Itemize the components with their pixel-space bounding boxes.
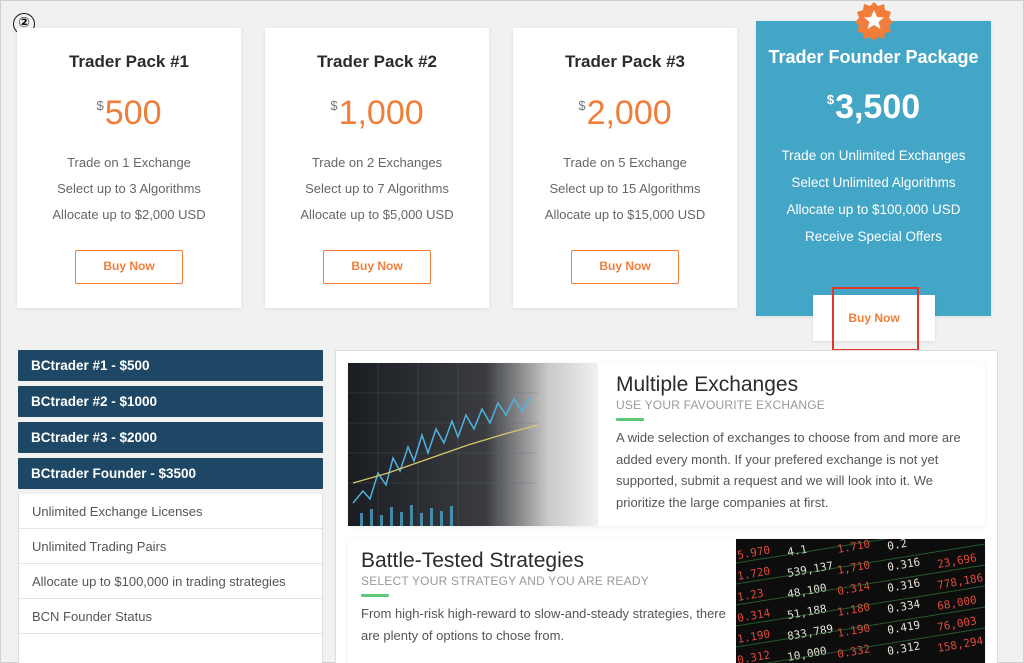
- ticker-value: 0.2: [886, 539, 908, 553]
- ticker-value: 1.710: [836, 539, 871, 556]
- ticker-value: 68,000: [936, 593, 977, 613]
- card-title: Trader Pack #2: [316, 52, 438, 71]
- ticker-value: 0.419: [886, 618, 921, 637]
- ticker-value: 10,000: [786, 644, 827, 663]
- ticker-board-image: 5.970 4.1 1.710 0.2 1.720 539,137 1,710 0.316 23…: [736, 539, 985, 663]
- card-feature: Allocate up to $2,000 USD: [52, 207, 206, 222]
- card-feature: Allocate up to $15,000 USD: [544, 207, 706, 222]
- card-feature: Select up to 7 Algorithms: [305, 181, 449, 196]
- ticker-value: 778,186: [936, 571, 984, 592]
- feature-title: Multiple Exchanges: [616, 373, 799, 396]
- ticker-value: 0.312: [886, 639, 921, 658]
- price-value: 1,000: [338, 94, 424, 132]
- list-item: BCN Founder Status: [19, 599, 322, 634]
- ticker-value: 0.314: [736, 606, 771, 625]
- card-feature: Select Unlimited Algorithms: [791, 175, 956, 190]
- buy-now-button-3[interactable]: Buy Now: [571, 250, 679, 284]
- card-feature: Trade on 1 Exchange: [67, 155, 191, 170]
- buy-now-button-1[interactable]: Buy Now: [75, 250, 183, 284]
- ticker-value: 5.970: [736, 543, 771, 562]
- card-price: $500: [17, 94, 241, 136]
- sidebar-package-founder[interactable]: BCtrader Founder - $3500: [18, 458, 323, 489]
- ticker-value: 0.334: [886, 597, 921, 616]
- founder-benefits-list: Unlimited Exchange Licenses Unlimited Tr…: [18, 494, 323, 663]
- feature-description: A wide selection of exchanges to choose …: [616, 430, 961, 510]
- sidebar-package-2[interactable]: BCtrader #2 - $1000: [18, 386, 323, 417]
- package-sidebar: BCtrader #1 - $500 BCtrader #2 - $1000 B…: [18, 350, 323, 663]
- ticker-value: 0.312: [736, 648, 771, 663]
- currency-symbol: $: [578, 98, 586, 113]
- feature-battle-tested: Battle-Tested Strategies SELECT YOUR STR…: [348, 539, 985, 663]
- card-price: $3,500: [756, 88, 991, 130]
- card-feature: Select up to 15 Algorithms: [549, 181, 701, 196]
- pricing-card-featured: Trader Founder Package $3,500 Trade on U…: [756, 21, 991, 316]
- currency-symbol: $: [96, 98, 104, 113]
- ticker-value: 0.316: [886, 576, 921, 595]
- pricing-card-3: Trader Pack #3 $2,000 Trade on 5 Exchang…: [513, 28, 737, 308]
- list-item: Allocate up to $100,000 in trading strat…: [19, 564, 322, 599]
- sidebar-package-1[interactable]: BCtrader #1 - $500: [18, 350, 323, 381]
- feature-subtitle: USE YOUR FAVOURITE EXCHANGE: [616, 398, 825, 412]
- ticker-value: 158,294: [936, 634, 984, 655]
- stock-chart-image: [348, 363, 598, 526]
- ticker-value: 1.720: [736, 564, 771, 583]
- currency-symbol: $: [330, 98, 338, 113]
- card-title: Trader Pack #3: [564, 52, 686, 71]
- ticker-value: 76,003: [936, 614, 977, 634]
- card-feature: Allocate up to $5,000 USD: [300, 207, 454, 222]
- card-feature: Receive Special Offers: [804, 229, 943, 244]
- ticker-value: 1.190: [836, 621, 871, 640]
- ticker-value: 0.332: [836, 642, 871, 661]
- ticker-value: 0.316: [886, 555, 921, 574]
- highlight-annotation-box: [832, 287, 919, 351]
- price-value: 3,500: [835, 88, 921, 126]
- ticker-value: 4.1: [786, 543, 808, 559]
- pricing-card-1: Trader Pack #1 $500 Trade on 1 Exchange …: [17, 28, 241, 308]
- card-title: Trader Founder Package: [768, 47, 979, 67]
- price-value: 500: [104, 94, 162, 132]
- price-value: 2,000: [586, 94, 672, 132]
- ticker-value: 1,710: [836, 558, 871, 577]
- ticker-value: 23,696: [936, 551, 977, 571]
- currency-symbol: $: [826, 92, 835, 107]
- card-price: $2,000: [513, 94, 737, 136]
- sidebar-package-3[interactable]: BCtrader #3 - $2000: [18, 422, 323, 453]
- feature-multiple-exchanges: Multiple Exchanges USE YOUR FAVOURITE EX…: [348, 363, 985, 526]
- accent-bar: [361, 594, 389, 597]
- page-frame: ② Trader Pack #1 $500 Trade on 1 Exchang…: [0, 0, 1024, 663]
- card-feature: Trade on 5 Exchange: [563, 155, 687, 170]
- feature-title: Battle-Tested Strategies: [361, 549, 584, 572]
- ticker-value: 1.190: [736, 627, 771, 646]
- list-item: Unlimited Trading Pairs: [19, 529, 322, 564]
- list-item: Unlimited Exchange Licenses: [19, 494, 322, 529]
- accent-bar: [616, 418, 644, 421]
- card-feature: Trade on 2 Exchanges: [311, 155, 443, 170]
- card-feature: Trade on Unlimited Exchanges: [781, 148, 966, 163]
- card-title: Trader Pack #1: [68, 52, 190, 71]
- ticker-value: 0.314: [836, 579, 871, 598]
- card-feature: Select up to 3 Algorithms: [57, 181, 201, 196]
- card-feature: Allocate up to $100,000 USD: [786, 202, 961, 217]
- ticker-value: 1.180: [836, 600, 871, 619]
- feature-subtitle: SELECT YOUR STRATEGY AND YOU ARE READY: [361, 574, 649, 588]
- card-price: $1,000: [265, 94, 489, 136]
- pricing-card-2: Trader Pack #2 $1,000 Trade on 2 Exchang…: [265, 28, 489, 308]
- star-icon: [855, 2, 893, 41]
- feature-description: From high-risk high-reward to slow-and-s…: [361, 606, 726, 643]
- buy-now-button-2[interactable]: Buy Now: [323, 250, 431, 284]
